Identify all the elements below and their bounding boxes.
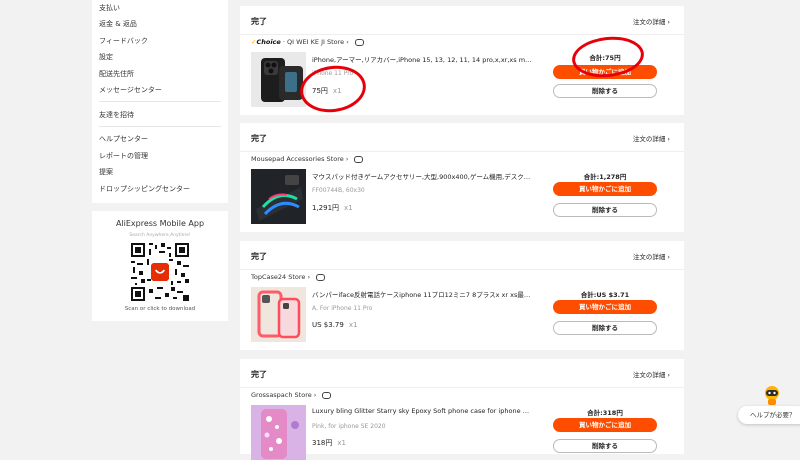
- sidebar-divider: [99, 126, 221, 127]
- account-sidebar: 支払い 返金 & 返品 フィードバック 設定 配送先住所 メッセージセンター 友…: [92, 0, 228, 203]
- order-card: 完了 注文の詳細 › TopCase24 Store › バンパーiface反射…: [240, 241, 684, 350]
- product-thumbnail[interactable]: [251, 405, 306, 460]
- order-detail-link[interactable]: 注文の詳細 ›: [633, 133, 670, 143]
- product-variant: Pink, for iphone SE 2020: [312, 423, 386, 430]
- order-detail-link[interactable]: 注文の詳細 ›: [633, 369, 670, 379]
- product-variant: A, For iPhone 11 Pro: [312, 305, 373, 312]
- product-title[interactable]: マウスパッド付きゲームアクセサリー,大型,900x400,ゲーム機用,デスクト.…: [312, 171, 532, 181]
- product-thumbnail[interactable]: [251, 169, 306, 224]
- chat-icon[interactable]: [316, 273, 326, 281]
- sidebar-item-feedback[interactable]: フィードバック: [99, 36, 148, 46]
- product-price: 318円 x1: [312, 439, 346, 447]
- product-quantity: x1: [337, 439, 346, 447]
- product-variant: FF00744B, 60x30: [312, 187, 365, 194]
- store-link[interactable]: Grossaspach Store ›: [251, 391, 332, 399]
- app-promo-title: AliExpress Mobile App: [115, 219, 205, 228]
- order-detail-link[interactable]: 注文の詳細 ›: [633, 16, 670, 26]
- order-status: 完了: [251, 252, 267, 261]
- app-promo-subtitle: Search Anywhere,Anytime!: [129, 233, 191, 238]
- order-total: 合計:318円: [587, 409, 623, 417]
- delete-order-button[interactable]: 削除する: [553, 203, 657, 217]
- product-thumbnail[interactable]: [251, 52, 306, 107]
- sidebar-item-shipping-address[interactable]: 配送先住所: [99, 69, 134, 79]
- card-divider: [240, 269, 684, 270]
- chat-icon[interactable]: [322, 391, 332, 399]
- delete-order-button[interactable]: 削除する: [553, 439, 657, 453]
- sidebar-item-dropshipping-center[interactable]: ドロップシッピングセンター: [99, 184, 190, 194]
- order-detail-link[interactable]: 注文の詳細 ›: [633, 251, 670, 261]
- card-divider: [240, 151, 684, 152]
- order-card: 完了 注文の詳細 › Mousepad Accessories Store › …: [240, 123, 684, 232]
- card-divider: [240, 34, 684, 35]
- sidebar-item-report-management[interactable]: レポートの管理: [99, 151, 148, 161]
- product-title[interactable]: iPhone,アーマー,リアカバー,iPhone 15, 13, 12, 11,…: [312, 54, 532, 64]
- sidebar-item-help-center[interactable]: ヘルプセンター: [99, 134, 148, 144]
- mobile-app-promo: AliExpress Mobile App Search Anywhere,An…: [92, 211, 228, 321]
- store-link[interactable]: TopCase24 Store ›: [251, 273, 326, 281]
- delete-order-button[interactable]: 削除する: [553, 84, 657, 98]
- app-download-link[interactable]: Scan or click to download: [92, 306, 228, 312]
- order-status: 完了: [251, 17, 267, 26]
- choice-badge: ✓Choice: [251, 38, 281, 46]
- order-card: 完了 注文の詳細 › Grossaspach Store › Luxury bl…: [240, 359, 684, 460]
- product-thumbnail[interactable]: [251, 287, 306, 342]
- order-status: 完了: [251, 134, 267, 143]
- sidebar-item-settings[interactable]: 設定: [99, 52, 113, 62]
- add-to-cart-button[interactable]: 買い物かごに追加: [553, 300, 657, 314]
- qr-code-icon[interactable]: [131, 243, 189, 301]
- sidebar-item-suggestions[interactable]: 提案: [99, 167, 113, 177]
- order-status: 完了: [251, 370, 267, 379]
- sidebar-divider: [99, 101, 221, 102]
- product-price: US $3.79 x1: [312, 321, 358, 329]
- product-title[interactable]: Luxury bling Glitter Starry sky Epoxy So…: [312, 407, 532, 415]
- sidebar-item-message-center[interactable]: メッセージセンター: [99, 85, 162, 95]
- product-quantity: x1: [344, 204, 353, 212]
- sidebar-item-payment[interactable]: 支払い: [99, 3, 120, 13]
- card-divider: [240, 387, 684, 388]
- help-button[interactable]: ヘルプが必要？: [738, 406, 800, 424]
- order-total: 合計:US $3.71: [580, 291, 630, 299]
- add-to-cart-button[interactable]: 買い物かごに追加: [553, 182, 657, 196]
- sidebar-item-invite-friends[interactable]: 友達を招待: [99, 110, 134, 120]
- help-mascot-icon[interactable]: [762, 384, 782, 406]
- store-link[interactable]: Mousepad Accessories Store ›: [251, 155, 364, 163]
- product-title[interactable]: バンパーiface反射電話ケースiphone 11プロ12ミニ7 8プラスx x…: [312, 289, 532, 299]
- order-total: 合計:1,278円: [583, 173, 627, 181]
- sidebar-item-refunds[interactable]: 返金 & 返品: [99, 19, 137, 29]
- product-quantity: x1: [348, 321, 358, 329]
- delete-order-button[interactable]: 削除する: [553, 321, 657, 335]
- add-to-cart-button[interactable]: 買い物かごに追加: [553, 418, 657, 432]
- chat-icon[interactable]: [354, 155, 364, 163]
- product-price: 1,291円 x1: [312, 204, 353, 212]
- chat-icon[interactable]: [354, 38, 364, 46]
- store-link[interactable]: ✓Choice · QI WEI KE JI Store ›: [251, 38, 364, 46]
